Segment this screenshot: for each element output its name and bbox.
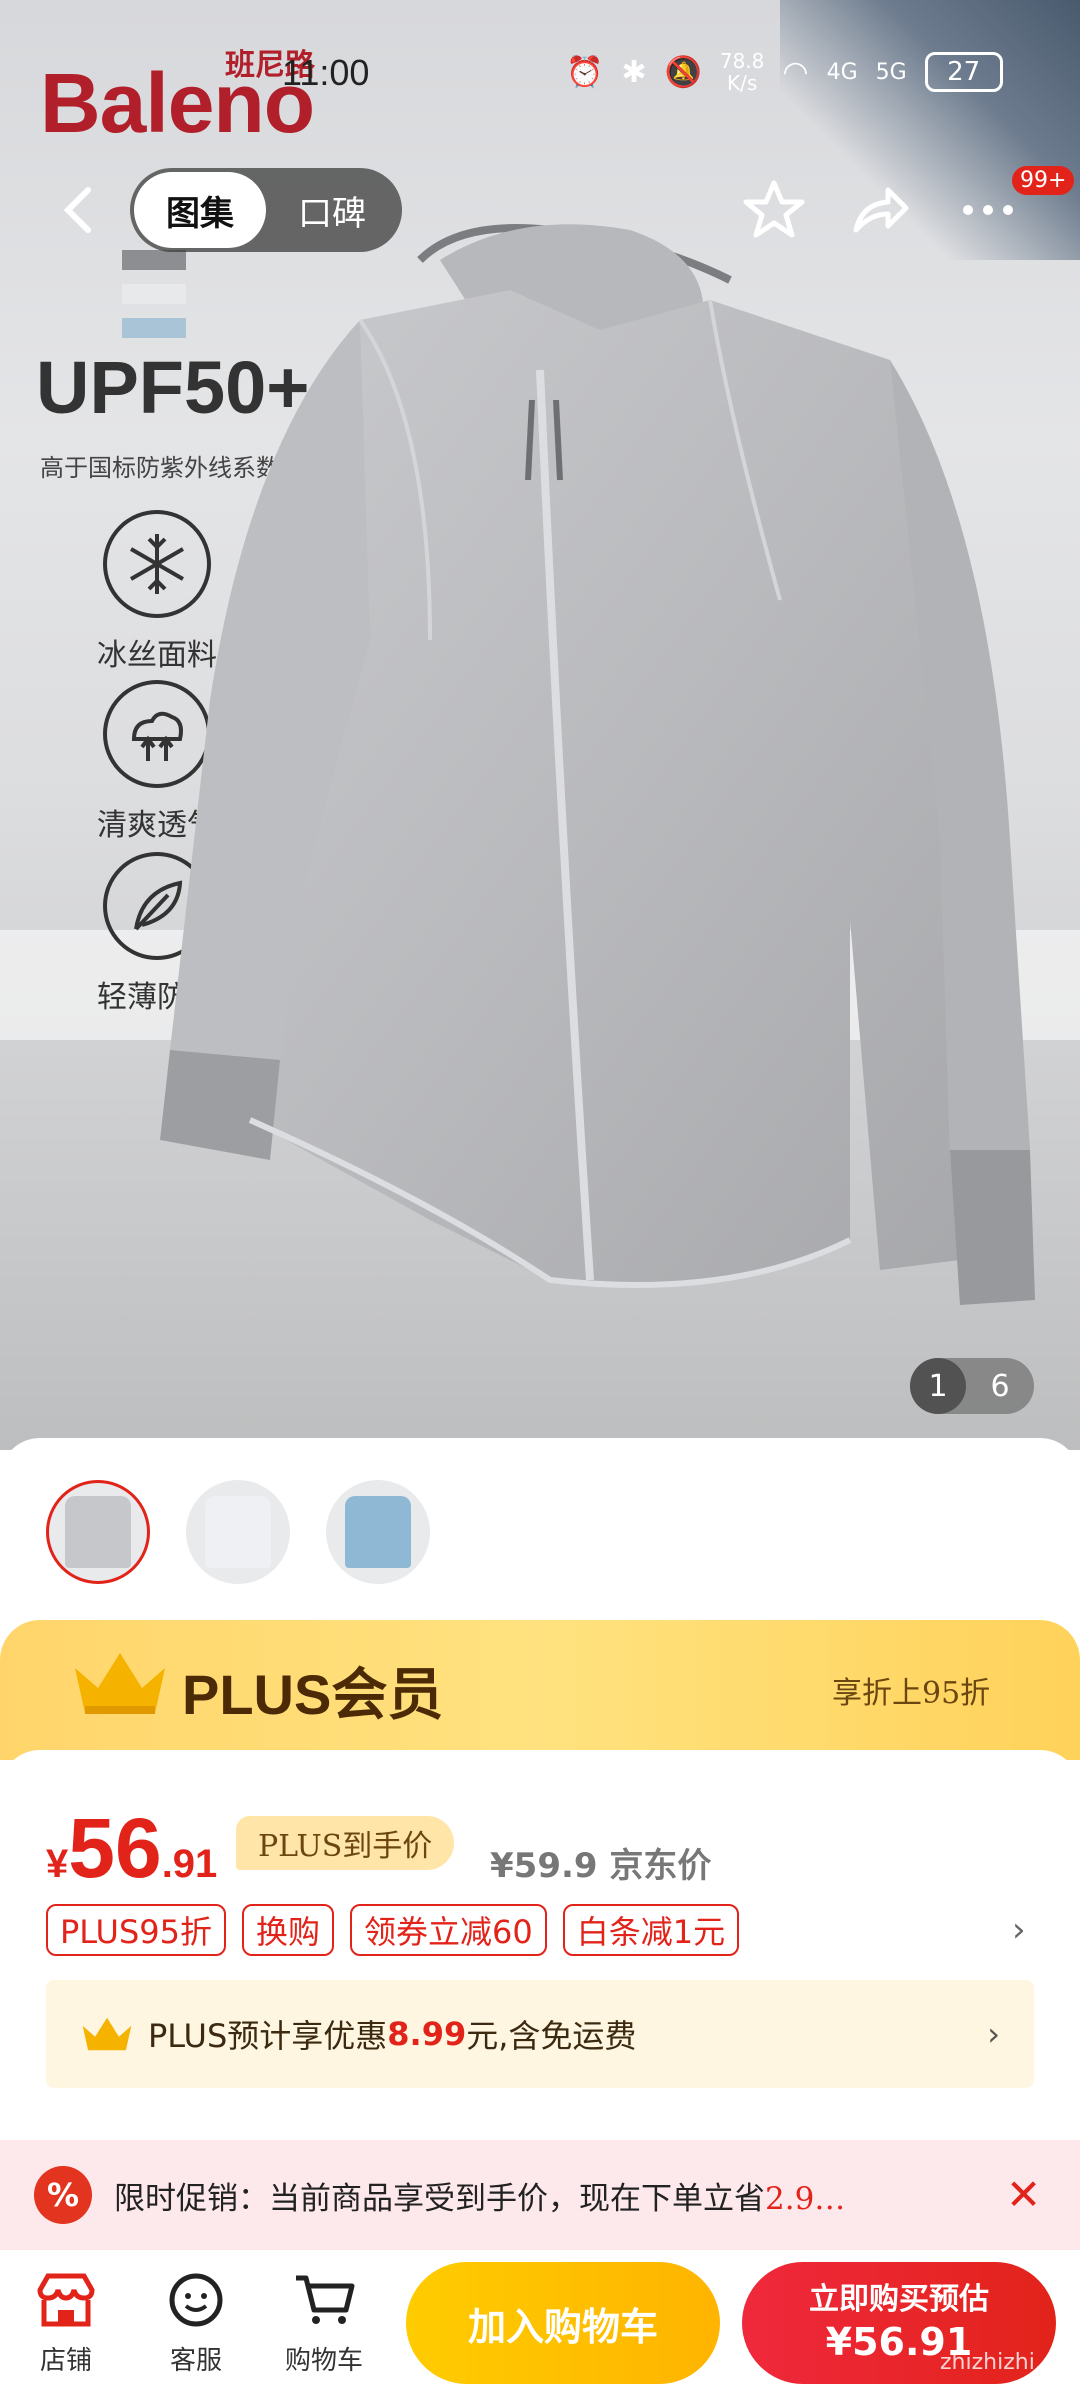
watermark: zhizhizhi.com: [940, 2350, 1080, 2375]
alarm-icon: ⏰: [566, 54, 604, 90]
promo-tag[interactable]: 换购: [242, 1904, 335, 1956]
status-time: 11:00: [282, 52, 370, 93]
promo-notice[interactable]: % 限时促销：当前商品享受到手价，现在下单立省2.9… ✕: [0, 2140, 1080, 2250]
discount-icon: %: [34, 2166, 92, 2224]
star-icon: [743, 180, 805, 238]
thumbnail-white[interactable]: [186, 1480, 290, 1584]
net-speed: 78.8 K/s: [719, 49, 765, 95]
tab-gallery[interactable]: 图集: [134, 172, 266, 248]
battery-icon: 27: [924, 52, 1003, 92]
promo-tag[interactable]: 白条减1元: [562, 1904, 740, 1956]
crown-icon: [70, 1648, 170, 1722]
jd-price: ¥59.9 京东价: [490, 1846, 712, 1886]
more-icon: [963, 205, 1013, 215]
store-button[interactable]: 店铺: [16, 2268, 116, 2377]
thumbnail-grey[interactable]: [46, 1480, 150, 1584]
store-icon: [16, 2268, 116, 2332]
plus-title: PLUS会员: [182, 1663, 444, 1726]
mute-icon: 🔕: [664, 54, 702, 90]
promo-tag[interactable]: 领券立减60: [350, 1904, 547, 1956]
plus-discount: 享折上95折: [832, 1676, 991, 1711]
cart-button[interactable]: 购物车: [274, 2268, 374, 2377]
promo-tag[interactable]: PLUS95折: [46, 1904, 226, 1956]
service-button[interactable]: 客服: [146, 2268, 246, 2377]
cart-icon: [274, 2268, 374, 2332]
back-button[interactable]: [50, 180, 110, 240]
jacket-illustration: [160, 224, 1035, 1305]
close-icon[interactable]: ✕: [1006, 2170, 1041, 2219]
promo-tags[interactable]: PLUS95折 换购 领券立减60 白条减1元: [46, 1904, 740, 1956]
favorite-button[interactable]: [736, 172, 812, 248]
plus-price-tag: PLUS到手价: [236, 1816, 455, 1870]
plus-price: ¥56.91: [46, 1801, 218, 1895]
color-thumbnails: [46, 1480, 430, 1584]
image-page-indicator: 1 6: [910, 1358, 1034, 1414]
chevron-right-icon: ›: [987, 2015, 1000, 2053]
add-to-cart-button[interactable]: 加入购物车: [406, 2262, 720, 2384]
status-bar: 11:00 ⏰ ✱ 🔕 78.8 K/s ◠ 4G 5G 27: [0, 40, 1080, 120]
share-icon: [853, 187, 909, 233]
wifi-icon: ◠: [782, 54, 809, 90]
share-button[interactable]: [842, 172, 918, 248]
plus-estimate-row[interactable]: PLUS预计享优惠 8.99 元,含免运费 ›: [46, 1980, 1034, 2088]
service-icon: [146, 2268, 246, 2332]
page-current: 1: [910, 1358, 966, 1414]
chevron-right-icon[interactable]: ›: [1012, 1910, 1026, 1950]
media-tabs: 图集 口碑: [130, 168, 402, 252]
crown-icon: [82, 2017, 132, 2051]
signal-4g: 4G: [826, 59, 858, 85]
promo-notice-text: 限时促销：当前商品享受到手价，现在下单立省2.9…: [114, 2180, 846, 2217]
signal-5g: 5G: [875, 59, 907, 85]
thumbnail-blue[interactable]: [326, 1480, 430, 1584]
tab-reviews[interactable]: 口碑: [266, 172, 398, 248]
page-total: 6: [990, 1368, 1010, 1404]
notification-badge: 99+: [1012, 166, 1075, 195]
bluetooth-icon: ✱: [621, 54, 647, 90]
